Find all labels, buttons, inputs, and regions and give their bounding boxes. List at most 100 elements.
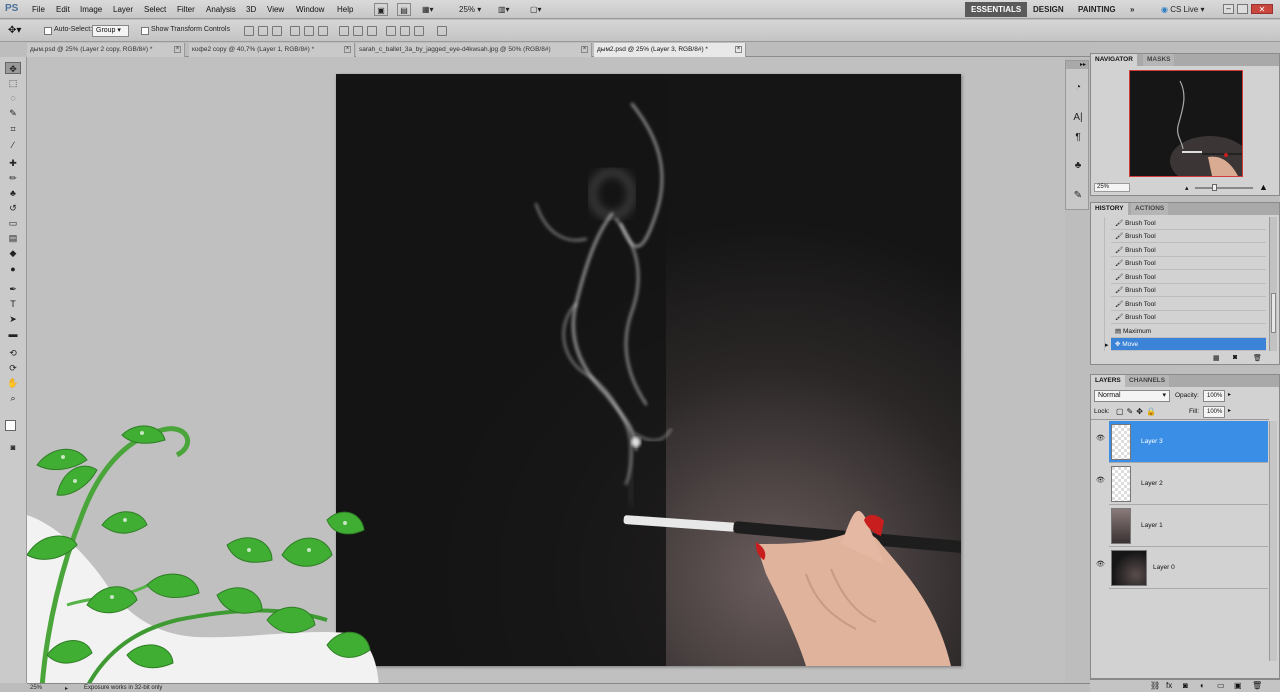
distribute-bottom-icon[interactable] bbox=[367, 26, 377, 36]
link-layers-icon[interactable]: ⛓ bbox=[1150, 681, 1160, 690]
extras-dropdown-icon[interactable]: ▦▾ bbox=[422, 3, 444, 16]
clone-stamp-tool-icon[interactable]: ♣ bbox=[5, 187, 21, 199]
menu-3d[interactable]: 3D bbox=[246, 5, 256, 14]
new-document-from-state-icon[interactable]: ▦ bbox=[1213, 354, 1220, 362]
menu-file[interactable]: File bbox=[32, 5, 45, 14]
blend-mode-dropdown[interactable]: Normal ▾ bbox=[1094, 390, 1170, 402]
layers-scrollbar[interactable] bbox=[1269, 421, 1277, 661]
layer-row-layer0[interactable]: 👁 Layer 0 bbox=[1096, 547, 1268, 589]
workspace-more[interactable]: » bbox=[1124, 2, 1140, 17]
eraser-tool-icon[interactable]: ▭ bbox=[5, 217, 21, 229]
align-right-icon[interactable] bbox=[318, 26, 328, 36]
history-scroll-thumb[interactable] bbox=[1271, 293, 1276, 333]
create-snapshot-icon[interactable]: ◙ bbox=[1233, 354, 1237, 361]
tab-dym[interactable]: дым.psd @ 25% (Layer 2 copy, RGB/8#) * × bbox=[27, 43, 185, 57]
brush-tool-icon[interactable]: ✏ bbox=[5, 172, 21, 184]
lock-icons[interactable]: ▢✎✥🔒 bbox=[1116, 407, 1159, 416]
tool-presets-panel-icon[interactable]: ✎ bbox=[1071, 189, 1085, 203]
navigator-preview[interactable] bbox=[1129, 70, 1250, 186]
auto-select-dropdown[interactable]: Group ▾ bbox=[92, 25, 129, 37]
delete-state-icon[interactable]: 🗑 bbox=[1253, 354, 1262, 362]
navigator-zoom-slider[interactable] bbox=[1195, 187, 1253, 189]
tab-actions[interactable]: ACTIONS bbox=[1131, 203, 1169, 215]
show-transform-checkbox[interactable] bbox=[141, 27, 149, 35]
distribute-top-icon[interactable] bbox=[339, 26, 349, 36]
history-item[interactable]: 🖌 Brush Tool bbox=[1111, 298, 1266, 311]
zoom-out-icon[interactable]: ▴ bbox=[1185, 184, 1189, 192]
distribute-right-icon[interactable] bbox=[414, 26, 424, 36]
align-bottom-icon[interactable] bbox=[272, 26, 282, 36]
history-item[interactable]: 🖌 Brush Tool bbox=[1111, 311, 1266, 324]
healing-brush-tool-icon[interactable]: ✚ bbox=[5, 157, 21, 169]
cs-live-button[interactable]: ◉ CS Live ▾ bbox=[1155, 2, 1210, 17]
align-hcenter-icon[interactable] bbox=[304, 26, 314, 36]
opacity-field[interactable]: 100% bbox=[1203, 390, 1225, 402]
restore-button[interactable] bbox=[1237, 4, 1248, 14]
status-info-icon[interactable]: ▸ bbox=[65, 685, 68, 692]
close-tab-icon[interactable]: × bbox=[735, 46, 742, 53]
menu-view[interactable]: View bbox=[267, 5, 284, 14]
pen-tool-icon[interactable]: ✒ bbox=[5, 283, 21, 295]
auto-align-icon[interactable] bbox=[437, 26, 447, 36]
auto-select-checkbox[interactable] bbox=[44, 27, 52, 35]
menu-edit[interactable]: Edit bbox=[56, 5, 70, 14]
path-selection-tool-icon[interactable]: ➤ bbox=[5, 313, 21, 325]
close-tab-icon[interactable]: × bbox=[174, 46, 181, 53]
clone-source-panel-icon[interactable]: ♣ bbox=[1071, 159, 1085, 173]
align-top-icon[interactable] bbox=[244, 26, 254, 36]
history-item[interactable]: 🖌 Brush Tool bbox=[1111, 257, 1266, 270]
quick-select-tool-icon[interactable]: ✎ bbox=[5, 107, 21, 119]
new-group-icon[interactable]: ▭ bbox=[1217, 681, 1225, 690]
eye-icon[interactable]: 👁 bbox=[1096, 435, 1105, 442]
tab-kofe2[interactable]: кофе2 copy @ 40,7% (Layer 1, RGB/8#) * × bbox=[189, 43, 355, 57]
arrange-dropdown-icon[interactable]: ▥▾ bbox=[498, 3, 520, 16]
close-tab-icon[interactable]: × bbox=[581, 46, 588, 53]
tab-channels[interactable]: CHANNELS bbox=[1125, 375, 1170, 387]
dock-collapse-icon[interactable]: ▸▸ bbox=[1066, 61, 1088, 69]
blur-tool-icon[interactable]: ◆ bbox=[5, 247, 21, 259]
layer-row-layer2[interactable]: 👁 Layer 2 bbox=[1096, 463, 1268, 505]
status-zoom[interactable]: 25% bbox=[30, 685, 42, 691]
foreground-color-swatch[interactable] bbox=[5, 420, 16, 431]
menu-select[interactable]: Select bbox=[144, 5, 166, 14]
history-item[interactable]: 🖌 Brush Tool bbox=[1111, 271, 1266, 284]
workspace-essentials[interactable]: ESSENTIALS bbox=[965, 2, 1028, 17]
workspace-design[interactable]: DESIGN bbox=[1027, 2, 1070, 17]
navigator-zoom-field[interactable]: 25% bbox=[1094, 183, 1130, 192]
history-item[interactable]: 🖌 Brush Tool bbox=[1111, 244, 1266, 257]
tab-navigator[interactable]: NAVIGATOR bbox=[1091, 54, 1137, 66]
menu-image[interactable]: Image bbox=[80, 5, 102, 14]
menu-filter[interactable]: Filter bbox=[177, 5, 195, 14]
menu-analysis[interactable]: Analysis bbox=[206, 5, 236, 14]
opacity-slider-toggle-icon[interactable]: ▸ bbox=[1228, 391, 1231, 398]
delete-layer-icon[interactable]: 🗑 bbox=[1252, 681, 1262, 690]
tab-dym2[interactable]: дым2.psd @ 25% (Layer 3, RGB/8#) * × bbox=[594, 43, 746, 57]
dodge-tool-icon[interactable]: ● bbox=[5, 263, 21, 275]
history-item[interactable]: 🖌 Brush Tool bbox=[1111, 217, 1266, 230]
history-brush-tool-icon[interactable]: ↺ bbox=[5, 202, 21, 214]
workspace-painting[interactable]: PAINTING bbox=[1072, 2, 1122, 17]
eye-icon[interactable]: 👁 bbox=[1096, 561, 1105, 568]
3d-rotate-tool-icon[interactable]: ⟲ bbox=[5, 347, 21, 359]
minimize-button[interactable]: – bbox=[1223, 4, 1234, 14]
move-tool-preset-icon[interactable]: ✥▾ bbox=[8, 25, 21, 36]
layer-row-layer1[interactable]: 👁 Layer 1 bbox=[1109, 505, 1268, 547]
lasso-tool-icon[interactable]: ◌ bbox=[5, 92, 21, 104]
close-tab-icon[interactable]: × bbox=[344, 46, 351, 53]
tab-masks[interactable]: MASKS bbox=[1143, 54, 1175, 66]
menu-help[interactable]: Help bbox=[337, 5, 353, 14]
history-item[interactable]: 🖌 Brush Tool bbox=[1111, 230, 1266, 243]
hand-tool-icon[interactable]: ✋ bbox=[5, 377, 21, 389]
color-panel-icon[interactable]: ◔ bbox=[1071, 81, 1085, 95]
distribute-left-icon[interactable] bbox=[386, 26, 396, 36]
layer-row-layer3[interactable]: 👁 Layer 3 bbox=[1096, 421, 1268, 463]
history-scrollbar[interactable] bbox=[1269, 217, 1277, 351]
eyedropper-tool-icon[interactable]: ⁄ bbox=[5, 139, 21, 151]
zoom-in-icon[interactable]: ▲ bbox=[1259, 182, 1268, 192]
bridge-icon[interactable]: ▣ bbox=[374, 3, 388, 16]
tab-layers[interactable]: LAYERS bbox=[1091, 375, 1125, 387]
tab-history[interactable]: HISTORY bbox=[1091, 203, 1128, 215]
menu-layer[interactable]: Layer bbox=[113, 5, 133, 14]
distribute-vcenter-icon[interactable] bbox=[353, 26, 363, 36]
history-item-selected[interactable]: ✥ Move bbox=[1111, 338, 1266, 351]
